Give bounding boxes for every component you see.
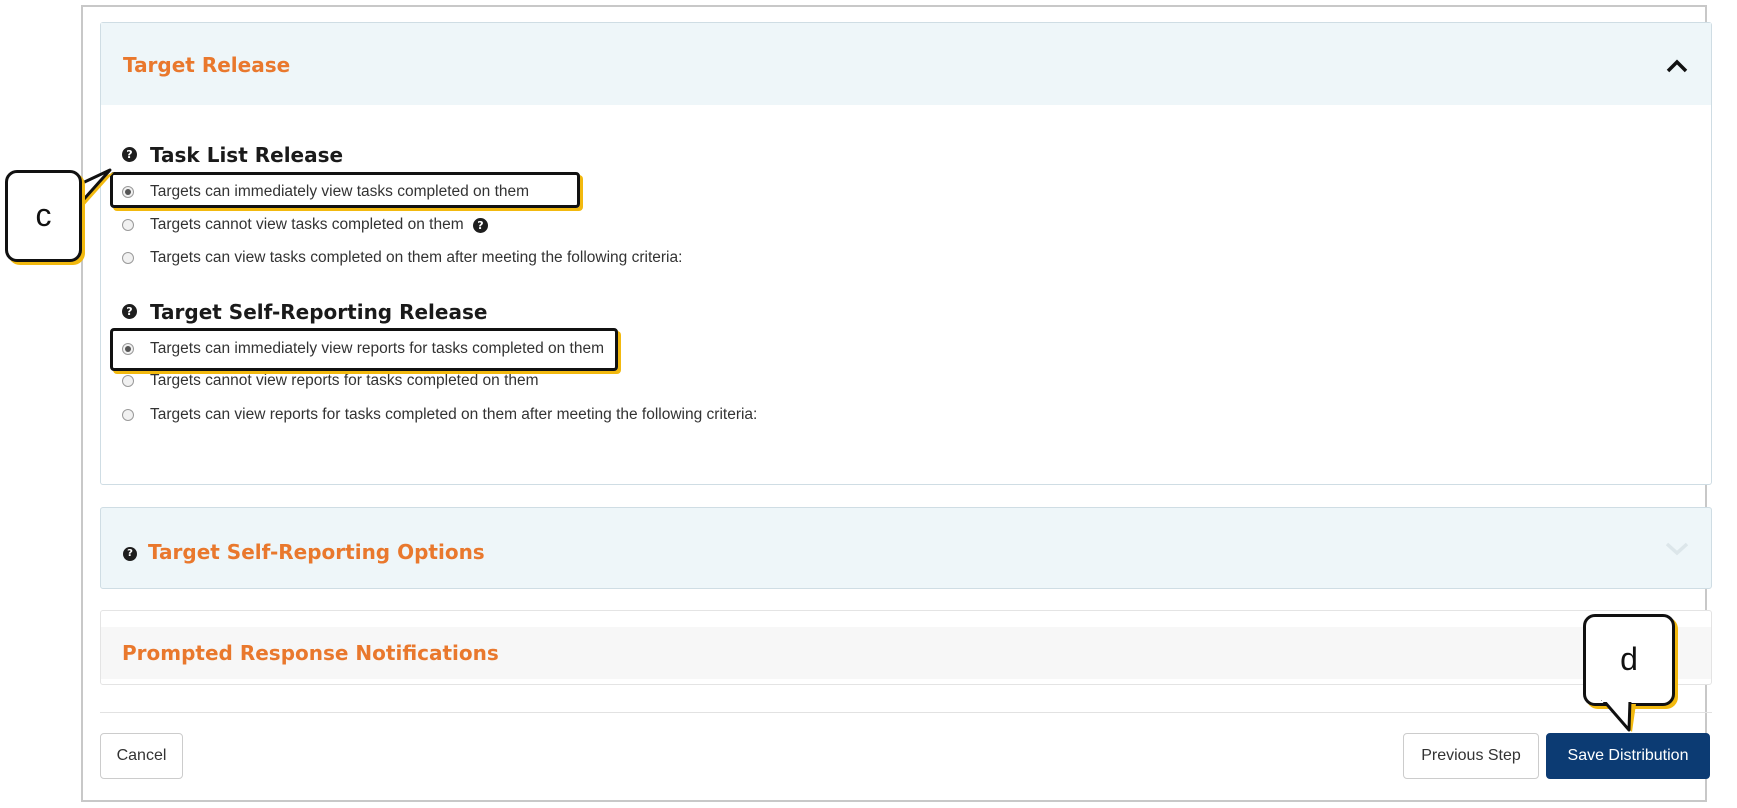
- target-release-title: Target Release: [123, 53, 291, 77]
- self-reporting-options-title: ? Target Self-Reporting Options: [123, 540, 485, 564]
- self-reporting-options-label: Target Self-Reporting Options: [147, 540, 485, 564]
- question-circle-icon[interactable]: ?: [473, 218, 488, 233]
- highlight-box-c: [110, 172, 580, 208]
- prompted-response-title: Prompted Response Notifications: [122, 641, 499, 665]
- option-label: Targets can view tasks completed on them…: [150, 249, 683, 266]
- cancel-button[interactable]: Cancel: [100, 733, 183, 779]
- self-reporting-release-heading: ? Target Self-Reporting Release: [122, 300, 487, 324]
- highlight-box-self-reporting: [110, 328, 618, 371]
- prompted-response-panel[interactable]: Prompted Response Notifications: [100, 610, 1712, 685]
- radio-button[interactable]: [122, 409, 134, 421]
- footer-divider: [100, 712, 1712, 713]
- chevron-down-icon[interactable]: [1665, 542, 1689, 556]
- chevron-up-icon[interactable]: [1666, 59, 1688, 73]
- task-list-release-label: Task List Release: [149, 143, 344, 167]
- option-label: Targets cannot view tasks completed on t…: [150, 216, 464, 233]
- save-distribution-button[interactable]: Save Distribution: [1546, 733, 1710, 779]
- target-release-header[interactable]: Target Release: [101, 23, 1711, 105]
- question-circle-icon[interactable]: ?: [123, 547, 137, 561]
- callout-d: d: [1583, 614, 1675, 706]
- task-list-release-heading: ? Task List Release: [122, 143, 343, 167]
- self-reporting-option-criteria[interactable]: Targets can view reports for tasks compl…: [122, 404, 782, 426]
- task-list-option-criteria[interactable]: Targets can view tasks completed on them…: [122, 247, 722, 269]
- radio-button[interactable]: [122, 375, 134, 387]
- self-reporting-options-panel[interactable]: ? Target Self-Reporting Options: [100, 507, 1712, 589]
- previous-step-button[interactable]: Previous Step: [1403, 733, 1539, 779]
- self-reporting-option-cannot[interactable]: Targets cannot view reports for tasks co…: [122, 370, 572, 392]
- radio-button[interactable]: [122, 219, 134, 231]
- self-reporting-release-label: Target Self-Reporting Release: [149, 300, 488, 324]
- option-label: Targets can view reports for tasks compl…: [150, 406, 758, 423]
- callout-c: c: [5, 170, 82, 262]
- question-circle-icon[interactable]: ?: [122, 147, 137, 162]
- task-list-option-cannot[interactable]: Targets cannot view tasks completed on t…: [122, 214, 502, 236]
- callout-d-pointer: [1601, 700, 1636, 732]
- radio-button[interactable]: [122, 252, 134, 264]
- question-circle-icon[interactable]: ?: [122, 304, 137, 319]
- option-label: Targets cannot view reports for tasks co…: [150, 372, 539, 389]
